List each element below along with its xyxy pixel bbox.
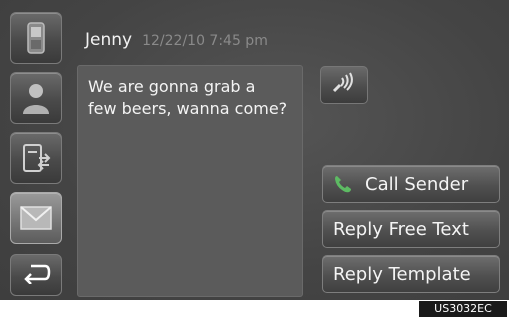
call-sender-button[interactable]: Call Sender xyxy=(322,165,500,203)
message-header: Jenny 12/22/10 7:45 pm xyxy=(85,30,268,56)
call-history-button[interactable] xyxy=(10,132,62,184)
sender-name: Jenny xyxy=(85,30,133,50)
message-body: We are gonna grab a few beers, wanna com… xyxy=(88,77,288,118)
reply-template-button[interactable]: Reply Template xyxy=(322,255,500,293)
phone-icon xyxy=(25,21,47,55)
messages-button[interactable] xyxy=(10,192,62,244)
message-timestamp: 12/22/10 7:45 pm xyxy=(142,33,268,49)
contacts-button[interactable] xyxy=(10,72,62,124)
reply-template-label: Reply Template xyxy=(333,263,471,285)
contact-icon xyxy=(21,80,51,116)
reply-free-text-label: Reply Free Text xyxy=(333,218,469,240)
speaker-icon xyxy=(331,71,357,99)
message-icon xyxy=(19,205,53,231)
sidebar xyxy=(10,12,62,298)
message-body-panel: We are gonna grab a few beers, wanna com… xyxy=(77,65,303,297)
phone-button[interactable] xyxy=(10,12,62,64)
figure-code: US3032EC xyxy=(419,301,507,317)
reply-free-text-button[interactable]: Reply Free Text xyxy=(322,210,500,248)
message-screen: Jenny 12/22/10 7:45 pm We are gonna grab… xyxy=(0,0,509,300)
back-icon xyxy=(21,262,51,288)
call-sender-label: Call Sender xyxy=(365,173,469,195)
read-aloud-button[interactable] xyxy=(320,66,368,104)
back-button[interactable] xyxy=(10,254,62,296)
phone-handset-icon xyxy=(333,174,353,194)
call-history-icon xyxy=(21,142,51,174)
